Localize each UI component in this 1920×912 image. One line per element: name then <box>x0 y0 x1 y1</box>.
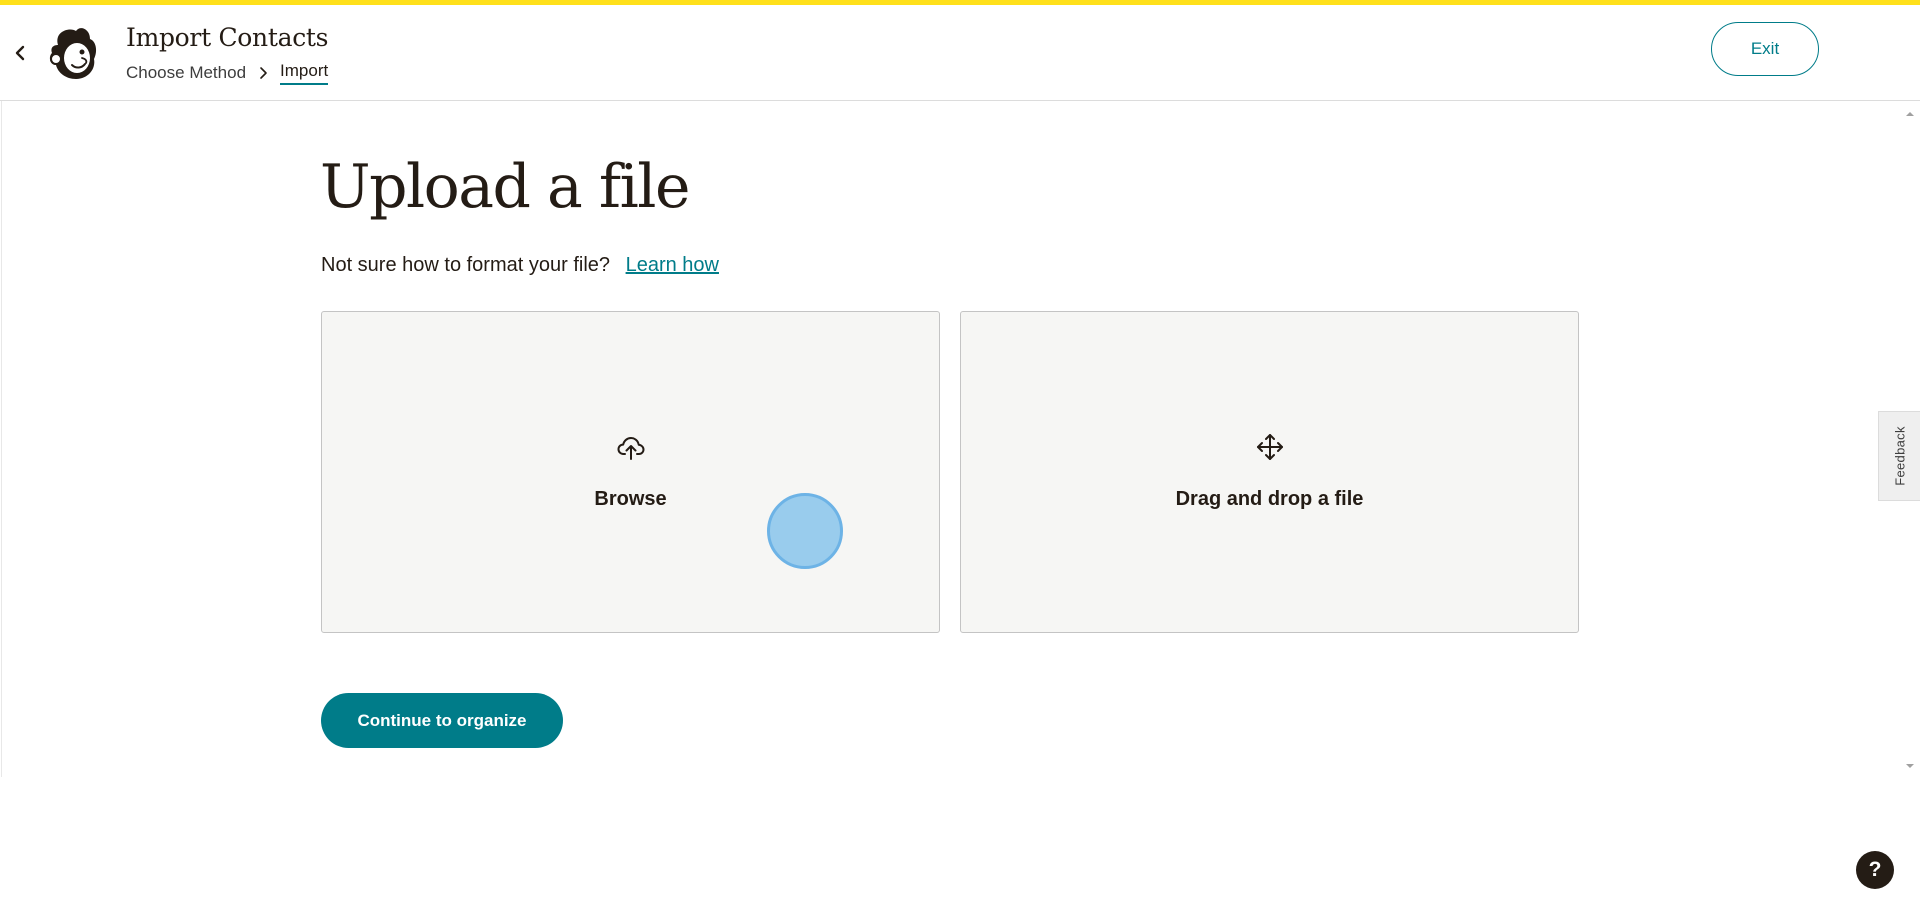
drag-and-drop-zone[interactable]: Drag and drop a file <box>960 311 1579 633</box>
move-arrows-icon <box>1256 434 1283 460</box>
cloud-upload-icon <box>617 437 644 460</box>
app-header: Import Contacts Choose Method Import Exi… <box>0 5 1920 101</box>
feedback-tab[interactable]: Feedback <box>1878 411 1920 501</box>
scroll-up-arrow-icon[interactable] <box>1904 108 1916 120</box>
breadcrumb-import[interactable]: Import <box>280 61 329 85</box>
format-help-text: Not sure how to format your file? Learn … <box>321 254 719 277</box>
mailchimp-logo[interactable] <box>44 25 100 83</box>
breadcrumb: Choose Method Import <box>126 61 329 85</box>
scroll-down-arrow-icon[interactable] <box>1904 760 1916 772</box>
exit-button[interactable]: Exit <box>1711 22 1819 76</box>
format-help-question: Not sure how to format your file? <box>321 254 611 276</box>
continue-to-organize-button[interactable]: Continue to organize <box>321 693 563 748</box>
feedback-label: Feedback <box>1892 426 1907 486</box>
chevron-right-icon <box>260 67 267 79</box>
content-area <box>1 101 1899 777</box>
back-button[interactable] <box>8 37 32 69</box>
chevron-left-icon <box>15 45 25 61</box>
help-button[interactable]: ? <box>1856 851 1894 889</box>
click-indicator <box>767 493 843 569</box>
drag-and-drop-label: Drag and drop a file <box>1175 488 1364 510</box>
browse-option-card[interactable]: Browse <box>321 311 940 633</box>
page-title: Upload a file <box>320 152 690 222</box>
browse-label: Browse <box>594 488 667 510</box>
learn-how-link[interactable]: Learn how <box>626 254 719 276</box>
flow-title: Import Contacts <box>126 23 329 52</box>
freddie-logo-icon <box>49 28 97 79</box>
breadcrumb-choose-method[interactable]: Choose Method <box>126 63 246 83</box>
